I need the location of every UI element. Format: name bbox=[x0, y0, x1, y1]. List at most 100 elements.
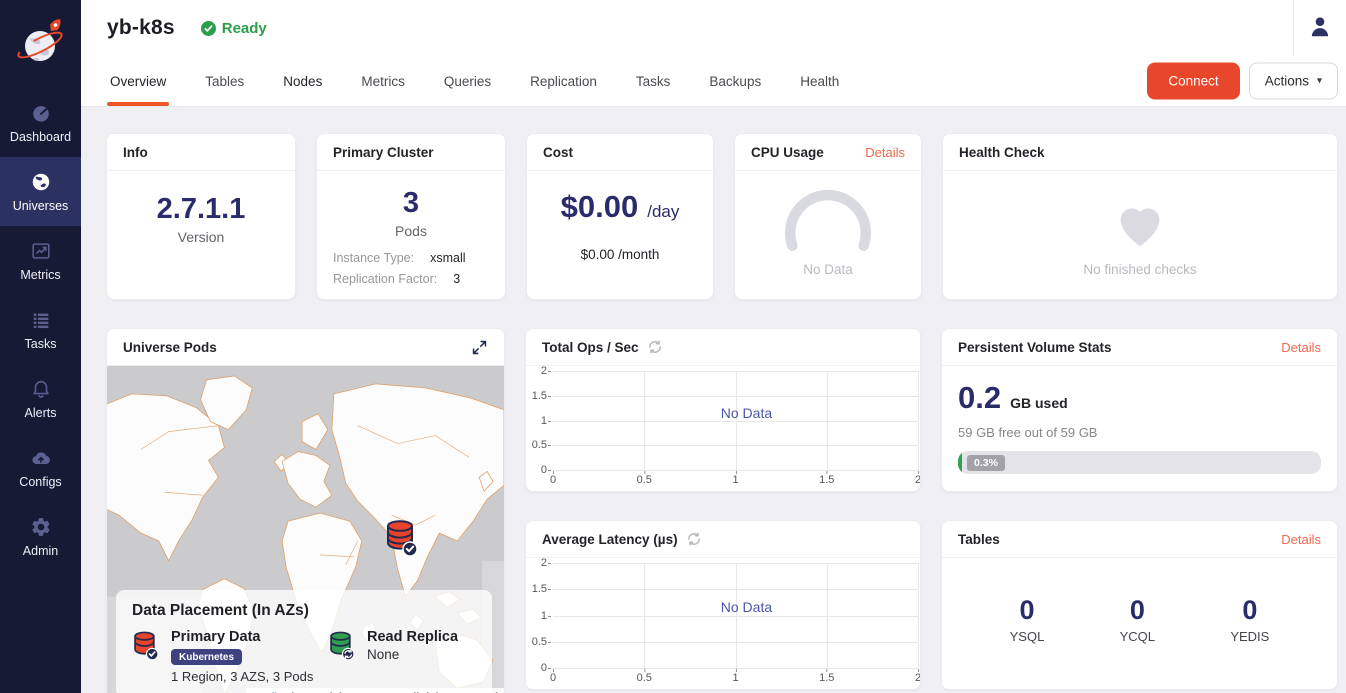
card-title: Cost bbox=[543, 145, 573, 160]
tab-tasks[interactable]: Tasks bbox=[636, 56, 671, 106]
universes-globe-icon bbox=[30, 171, 52, 193]
replication-factor-label: Replication Factor: bbox=[333, 272, 437, 286]
version-value: 2.7.1.1 bbox=[157, 193, 246, 226]
volume-usage-bar: 0.3% bbox=[958, 451, 1321, 474]
gb-used-value: 0.2 bbox=[958, 380, 1001, 416]
ycql-label: YCQL bbox=[1120, 629, 1155, 644]
sidebar-item-alerts[interactable]: Alerts bbox=[0, 364, 81, 433]
volume-usage-fill bbox=[958, 451, 962, 474]
read-replica-legend: Read Replica None bbox=[328, 629, 458, 684]
metrics-chart-icon bbox=[30, 240, 52, 262]
planet-rocket-icon bbox=[14, 14, 68, 75]
kubernetes-badge: Kubernetes bbox=[171, 649, 242, 665]
tab-queries[interactable]: Queries bbox=[444, 56, 491, 106]
sidebar-item-label: Admin bbox=[23, 544, 58, 558]
primary-data-map-marker[interactable] bbox=[384, 518, 420, 563]
tab-nodes[interactable]: Nodes bbox=[283, 56, 322, 106]
heart-icon bbox=[1111, 195, 1169, 254]
primary-database-icon bbox=[132, 629, 160, 684]
tab-replication[interactable]: Replication bbox=[530, 56, 597, 106]
info-card: Info 2.7.1.1 Version bbox=[106, 133, 296, 300]
connect-button[interactable]: Connect bbox=[1147, 63, 1239, 100]
pvs-details-link[interactable]: Details bbox=[1281, 340, 1321, 355]
tab-health[interactable]: Health bbox=[800, 56, 839, 106]
app-root: Dashboard Universes Metrics Tasks bbox=[0, 0, 1346, 693]
world-map[interactable]: Data Placement (In AZs) bbox=[107, 366, 504, 693]
card-title: Average Latency (µs) bbox=[542, 532, 678, 547]
card-title: Persistent Volume Stats bbox=[958, 340, 1112, 355]
sidebar-item-label: Dashboard bbox=[10, 130, 71, 144]
card-title: Total Ops / Sec bbox=[542, 340, 639, 355]
sidebar-item-label: Configs bbox=[19, 475, 61, 489]
sidebar-item-universes[interactable]: Universes bbox=[0, 157, 81, 226]
caret-down-icon: ▾ bbox=[1317, 76, 1322, 87]
tables-details-link[interactable]: Details bbox=[1281, 532, 1321, 547]
map-attribution: Leaflet | Copyright © MapBox All rights … bbox=[246, 688, 504, 693]
card-title: Tables bbox=[958, 532, 1000, 547]
health-check-card: Health Check No finished checks bbox=[942, 133, 1338, 300]
tasks-list-icon bbox=[30, 309, 52, 331]
sidebar-item-metrics[interactable]: Metrics bbox=[0, 226, 81, 295]
yugabyte-logo[interactable] bbox=[0, 0, 81, 88]
instance-type-label: Instance Type: bbox=[333, 251, 414, 265]
read-replica-value: None bbox=[367, 647, 458, 662]
dashboard-icon bbox=[30, 102, 52, 124]
sidebar-item-configs[interactable]: Configs bbox=[0, 433, 81, 502]
user-profile-icon[interactable] bbox=[1307, 13, 1333, 44]
card-title: Universe Pods bbox=[123, 340, 217, 355]
ysql-count: 0 bbox=[1019, 595, 1034, 626]
y-axis-ticks: 2 1.5 1 0.5 0 bbox=[526, 371, 550, 470]
cost-day-unit: /day bbox=[647, 202, 679, 222]
tab-overview[interactable]: Overview bbox=[110, 56, 166, 106]
sidebar-item-dashboard[interactable]: Dashboard bbox=[0, 88, 81, 157]
cpu-empty-text: No Data bbox=[803, 262, 853, 277]
tables-card: Tables Details 0 YSQL 0 YCQL 0 bbox=[941, 520, 1338, 690]
cost-card: Cost $0.00 /day $0.00 /month bbox=[526, 133, 714, 300]
data-placement-title: Data Placement (In AZs) bbox=[132, 602, 476, 620]
primary-data-detail: 1 Region, 3 AZS, 3 Pods bbox=[171, 669, 313, 684]
status-badge: Ready bbox=[201, 20, 267, 37]
volume-usage-percent: 0.3% bbox=[967, 455, 1005, 471]
x-axis-ticks: 0 0.5 1 1.5 2 bbox=[553, 474, 918, 488]
pods-label: Pods bbox=[395, 223, 427, 239]
universe-tabs: Overview Tables Nodes Metrics Queries Re… bbox=[110, 56, 839, 106]
sidebar-item-label: Universes bbox=[13, 199, 69, 213]
sidebar-item-tasks[interactable]: Tasks bbox=[0, 295, 81, 364]
sidebar-item-admin[interactable]: Admin bbox=[0, 502, 81, 571]
replica-database-icon bbox=[328, 629, 356, 684]
no-data-text: No Data bbox=[721, 405, 772, 421]
status-text: Ready bbox=[222, 20, 267, 37]
y-axis-ticks: 2 1.5 1 0.5 0 bbox=[526, 563, 550, 668]
cost-per-month: $0.00 /month bbox=[581, 247, 660, 262]
tab-metrics[interactable]: Metrics bbox=[361, 56, 405, 106]
tab-tables[interactable]: Tables bbox=[205, 56, 244, 106]
card-title: Health Check bbox=[959, 145, 1045, 160]
x-axis-ticks: 0 0.5 1 1.5 2 bbox=[553, 672, 918, 686]
ysql-stat: 0 YSQL bbox=[1010, 595, 1045, 644]
sidebar-item-label: Metrics bbox=[20, 268, 60, 282]
refresh-icon[interactable] bbox=[647, 339, 663, 355]
gb-used-unit: GB used bbox=[1010, 395, 1068, 411]
yedis-count: 0 bbox=[1242, 595, 1257, 626]
total-ops-card: Total Ops / Sec No Data bbox=[525, 328, 921, 492]
card-title: Info bbox=[123, 145, 148, 160]
yedis-stat: 0 YEDIS bbox=[1230, 595, 1269, 644]
refresh-icon[interactable] bbox=[686, 531, 702, 547]
header-divider bbox=[1293, 0, 1294, 56]
tab-backups[interactable]: Backups bbox=[709, 56, 761, 106]
expand-icon[interactable] bbox=[471, 339, 488, 356]
universe-pods-card: Universe Pods bbox=[106, 328, 505, 693]
instance-type-value: xsmall bbox=[430, 251, 465, 265]
sidebar-item-label: Tasks bbox=[25, 337, 57, 351]
ycql-stat: 0 YCQL bbox=[1120, 595, 1155, 644]
primary-cluster-card: Primary Cluster 3 Pods Instance Type: xs… bbox=[316, 133, 506, 300]
no-data-text: No Data bbox=[721, 599, 772, 615]
overview-content: Info 2.7.1.1 Version Primary Cluster 3 P… bbox=[81, 107, 1346, 693]
cpu-details-link[interactable]: Details bbox=[865, 145, 905, 160]
ysql-label: YSQL bbox=[1010, 629, 1045, 644]
actions-button[interactable]: Actions ▾ bbox=[1249, 63, 1338, 100]
sidebar-item-label: Alerts bbox=[25, 406, 57, 420]
topbar: yb-k8s Ready Overview Tables Nodes M bbox=[81, 0, 1346, 107]
cluster-details: Instance Type: xsmall Replication Factor… bbox=[317, 251, 505, 286]
admin-gear-icon bbox=[30, 516, 52, 538]
